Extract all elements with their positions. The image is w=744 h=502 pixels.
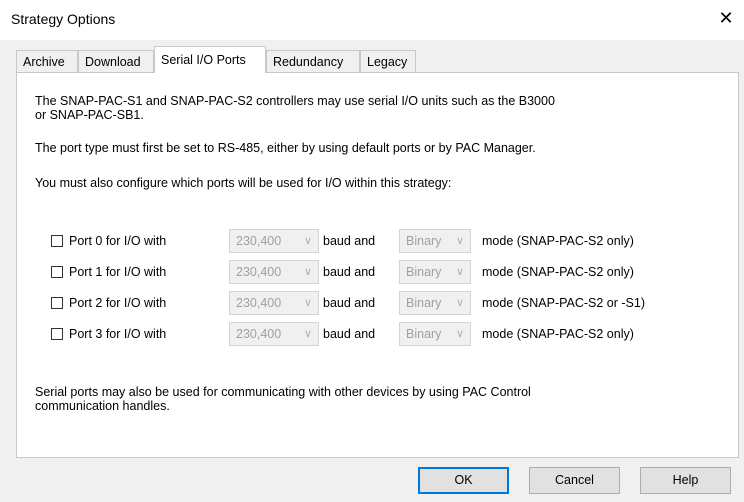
title-bar: Strategy Options ✕ xyxy=(0,0,744,40)
port-1-checkbox[interactable] xyxy=(51,266,63,278)
port-3-baud-value: 230,400 xyxy=(236,327,282,341)
port-1-baud-text: baud and xyxy=(323,265,376,279)
port-2-checkbox[interactable] xyxy=(51,297,63,309)
port-1-mode-text: mode (SNAP-PAC-S2 only) xyxy=(482,265,634,279)
configure-text: You must also configure which ports will… xyxy=(35,176,452,190)
port-0-checkbox[interactable] xyxy=(51,235,63,247)
port-2-mode-select[interactable]: Binary ∨ xyxy=(399,291,471,315)
port-row-0: Port 0 for I/O with 230,400 ∨ baud and B… xyxy=(17,229,717,255)
footer-note-line-1: Serial ports may also be used for commun… xyxy=(35,385,531,399)
cancel-button[interactable]: Cancel xyxy=(529,467,620,494)
chevron-down-icon: ∨ xyxy=(303,235,313,247)
intro-line-1: The SNAP-PAC-S1 and SNAP-PAC-S2 controll… xyxy=(35,94,555,108)
window-title: Strategy Options xyxy=(11,11,116,27)
port-1-baud-value: 230,400 xyxy=(236,265,282,279)
chevron-down-icon: ∨ xyxy=(455,235,465,247)
port-3-mode-text: mode (SNAP-PAC-S2 only) xyxy=(482,327,634,341)
chevron-down-icon: ∨ xyxy=(303,266,313,278)
footer-note-line-2: communication handles. xyxy=(35,399,170,413)
port-3-mode-select[interactable]: Binary ∨ xyxy=(399,322,471,346)
port-row-2: Port 2 for I/O with 230,400 ∨ baud and B… xyxy=(17,291,717,317)
port-0-mode-value: Binary xyxy=(406,234,442,248)
port-2-baud-value: 230,400 xyxy=(236,296,282,310)
chevron-down-icon: ∨ xyxy=(455,266,465,278)
port-1-label[interactable]: Port 1 for I/O with xyxy=(69,265,166,279)
port-2-baud-select[interactable]: 230,400 ∨ xyxy=(229,291,319,315)
chevron-down-icon: ∨ xyxy=(455,328,465,340)
ok-button[interactable]: OK xyxy=(418,467,509,494)
chevron-down-icon: ∨ xyxy=(303,328,313,340)
tab-legacy[interactable]: Legacy xyxy=(360,50,416,72)
port-3-baud-text: baud and xyxy=(323,327,376,341)
port-1-mode-value: Binary xyxy=(406,265,442,279)
port-2-mode-text: mode (SNAP-PAC-S2 or -S1) xyxy=(482,296,646,310)
chevron-down-icon: ∨ xyxy=(303,297,313,309)
serial-io-ports-panel: The SNAP-PAC-S1 and SNAP-PAC-S2 controll… xyxy=(16,72,739,458)
port-type-text: The port type must first be set to RS-48… xyxy=(35,141,536,155)
port-3-label[interactable]: Port 3 for I/O with xyxy=(69,327,166,341)
port-0-baud-select[interactable]: 230,400 ∨ xyxy=(229,229,319,253)
tab-redundancy[interactable]: Redundancy xyxy=(266,50,360,72)
help-button[interactable]: Help xyxy=(640,467,731,494)
chevron-down-icon: ∨ xyxy=(455,297,465,309)
intro-text: The SNAP-PAC-S1 and SNAP-PAC-S2 controll… xyxy=(35,94,555,122)
port-2-label[interactable]: Port 2 for I/O with xyxy=(69,296,166,310)
port-0-baud-text: baud and xyxy=(323,234,376,248)
port-3-checkbox[interactable] xyxy=(51,328,63,340)
port-0-mode-select[interactable]: Binary ∨ xyxy=(399,229,471,253)
intro-line-2: or SNAP-PAC-SB1. xyxy=(35,108,144,122)
tab-serial-io-ports[interactable]: Serial I/O Ports xyxy=(154,46,266,73)
port-row-1: Port 1 for I/O with 230,400 ∨ baud and B… xyxy=(17,260,717,286)
port-2-mode-value: Binary xyxy=(406,296,442,310)
close-icon[interactable]: ✕ xyxy=(716,8,736,28)
port-1-mode-select[interactable]: Binary ∨ xyxy=(399,260,471,284)
port-2-baud-text: baud and xyxy=(323,296,376,310)
port-1-baud-select[interactable]: 230,400 ∨ xyxy=(229,260,319,284)
port-0-mode-text: mode (SNAP-PAC-S2 only) xyxy=(482,234,634,248)
tab-archive[interactable]: Archive xyxy=(16,50,78,72)
port-0-baud-value: 230,400 xyxy=(236,234,282,248)
footer-note: Serial ports may also be used for commun… xyxy=(35,385,531,413)
port-row-3: Port 3 for I/O with 230,400 ∨ baud and B… xyxy=(17,322,717,348)
port-0-label[interactable]: Port 0 for I/O with xyxy=(69,234,166,248)
port-3-mode-value: Binary xyxy=(406,327,442,341)
tab-download[interactable]: Download xyxy=(78,50,154,72)
port-3-baud-select[interactable]: 230,400 ∨ xyxy=(229,322,319,346)
